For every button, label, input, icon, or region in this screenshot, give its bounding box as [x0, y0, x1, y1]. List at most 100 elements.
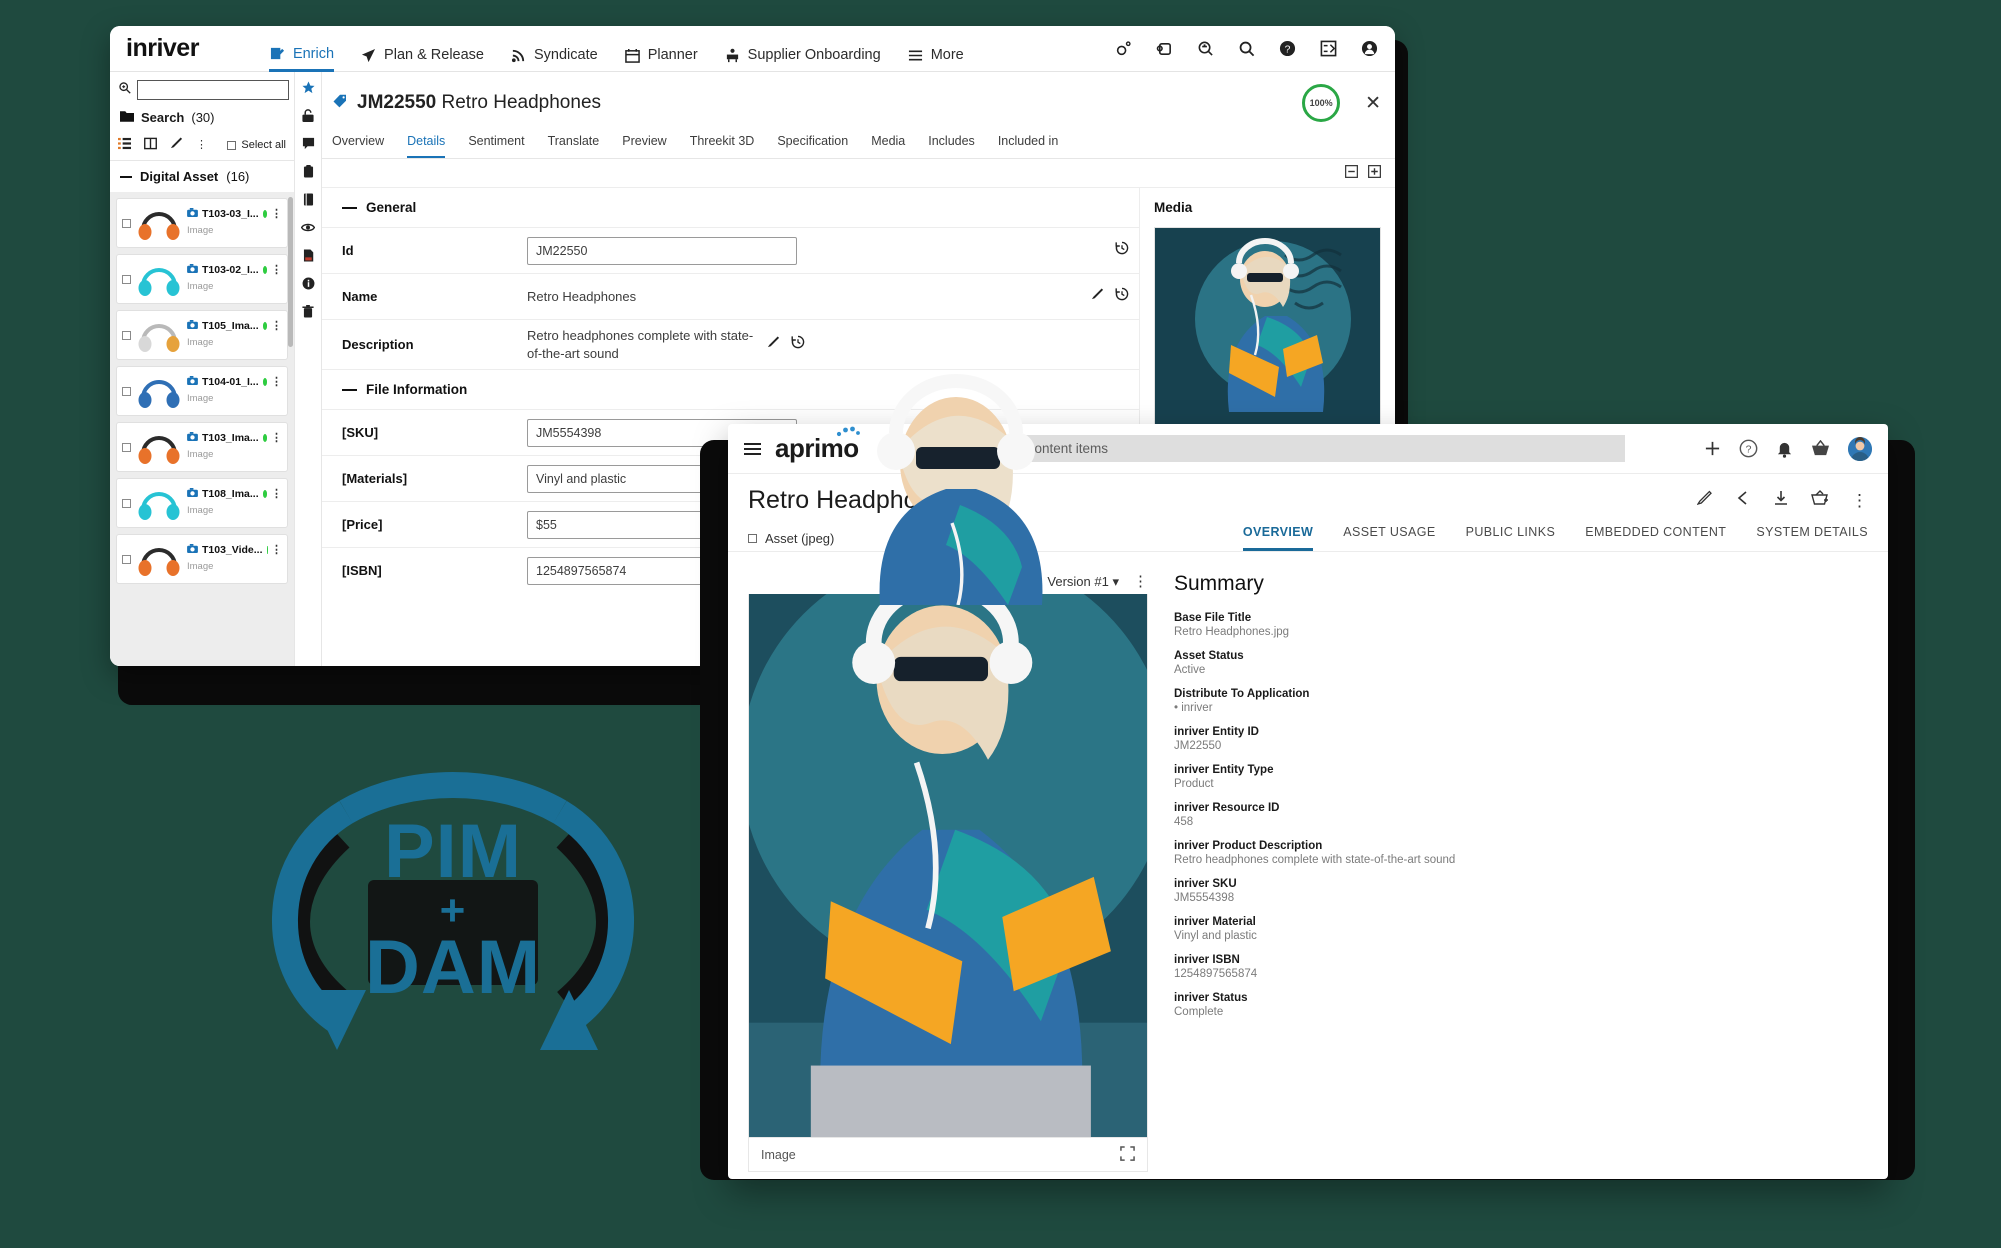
nav-planner[interactable]: Planner [624, 26, 698, 72]
list-item[interactable]: T103_Ima... ⋮ Image [116, 422, 288, 472]
tab-embedded-content[interactable]: EMBEDDED CONTENT [1585, 525, 1726, 551]
tab-public-links[interactable]: PUBLIC LINKS [1466, 525, 1556, 551]
hamburger-menu-icon[interactable] [744, 442, 761, 455]
row-checkbox[interactable] [122, 498, 131, 508]
add-icon[interactable] [1704, 440, 1721, 457]
id-input[interactable] [527, 236, 797, 265]
eye-icon[interactable] [301, 220, 315, 234]
list-item[interactable]: T103-02_I... ⋮ Image [116, 254, 288, 304]
asset-list-scrollbar[interactable] [288, 197, 293, 347]
asset-preview-image[interactable] [748, 594, 1148, 1138]
nav-syndicate[interactable]: Syndicate [510, 26, 598, 72]
edit-pen-icon[interactable] [767, 336, 780, 354]
history-icon[interactable] [1115, 241, 1129, 260]
history-icon[interactable] [1115, 287, 1129, 306]
version-selector[interactable]: Version #1 ▾ [1047, 574, 1119, 590]
tab-threekit-3d[interactable]: Threekit 3D [690, 130, 755, 158]
trash-icon[interactable] [301, 304, 315, 318]
edit-pen-icon[interactable] [1091, 288, 1104, 306]
saved-search-row[interactable]: Search (30) [110, 106, 294, 133]
row-overflow-menu-icon[interactable]: ⋮ [271, 433, 282, 444]
select-all-checkbox[interactable] [227, 140, 237, 150]
row-checkbox[interactable] [122, 330, 131, 340]
search-input[interactable]: Search for content items [924, 435, 1625, 462]
row-checkbox[interactable] [122, 554, 131, 564]
row-overflow-menu-icon[interactable]: ⋮ [271, 321, 282, 332]
tab-system-details[interactable]: SYSTEM DETAILS [1756, 525, 1868, 551]
tab-details[interactable]: Details [407, 130, 446, 158]
help-icon[interactable]: ? [1739, 439, 1758, 458]
nav-plan-release[interactable]: Plan & Release [360, 26, 484, 72]
search-input[interactable] [137, 80, 289, 100]
search-icon[interactable] [1237, 39, 1256, 58]
notifications-bell-icon[interactable] [1776, 440, 1793, 458]
collapse-group-icon[interactable] [120, 175, 132, 178]
download-icon[interactable] [1773, 490, 1789, 511]
tab-preview[interactable]: Preview [622, 130, 666, 158]
chevron-down-icon[interactable]: ▾ [1112, 574, 1119, 589]
close-icon[interactable]: ✕ [1365, 94, 1381, 113]
history-icon[interactable] [791, 335, 805, 354]
overflow-menu-icon[interactable]: ⋮ [1851, 492, 1868, 509]
row-overflow-menu-icon[interactable]: ⋮ [271, 545, 282, 556]
tab-included-in[interactable]: Included in [998, 130, 1058, 158]
overflow-menu-icon[interactable]: ⋮ [1133, 574, 1148, 589]
lock-icon[interactable] [301, 108, 315, 122]
edit-pen-icon[interactable] [170, 137, 183, 153]
row-overflow-menu-icon[interactable]: ⋮ [271, 489, 282, 500]
help-icon[interactable]: ? [1278, 39, 1297, 58]
select-all-control[interactable]: Select all [227, 139, 286, 151]
column-view-icon[interactable] [144, 137, 157, 153]
expand-all-icon[interactable] [1368, 165, 1381, 181]
tab-translate[interactable]: Translate [548, 130, 600, 158]
row-checkbox[interactable] [122, 218, 131, 228]
asset-checkbox-icon[interactable] [748, 533, 757, 543]
overflow-menu-icon[interactable]: ⋮ [196, 140, 207, 151]
list-item[interactable]: T104-01_I... ⋮ Image [116, 366, 288, 416]
tab-overview[interactable]: Overview [332, 130, 384, 158]
tab-media[interactable]: Media [871, 130, 905, 158]
list-item[interactable]: T103-03_I... ⋮ Image [116, 198, 288, 248]
row-overflow-menu-icon[interactable]: ⋮ [271, 377, 282, 388]
zoom-search-icon[interactable] [1196, 39, 1215, 58]
asset-list[interactable]: T103-03_I... ⋮ Image T103-02_I... ⋮ Imag… [110, 193, 294, 666]
fullscreen-icon[interactable] [1120, 1145, 1135, 1164]
comment-icon[interactable] [301, 136, 315, 150]
list-view-icon[interactable] [118, 137, 131, 153]
nav-supplier-onboarding[interactable]: Supplier Onboarding [724, 26, 881, 72]
tab-overview[interactable]: OVERVIEW [1242, 525, 1314, 551]
share-icon[interactable] [1735, 490, 1751, 511]
tab-sentiment[interactable]: Sentiment [468, 130, 524, 158]
section-file-information[interactable]: File Information [322, 369, 1139, 409]
settings-gear-icon[interactable] [1114, 39, 1133, 58]
pdf-icon[interactable] [301, 248, 315, 262]
nav-more[interactable]: More [907, 26, 964, 72]
row-checkbox[interactable] [122, 386, 131, 396]
tasks-icon[interactable] [1319, 39, 1338, 58]
favorite-star-icon[interactable] [301, 80, 315, 94]
book-icon[interactable] [301, 192, 315, 206]
edit-pen-icon[interactable] [1696, 490, 1713, 511]
collapse-section-icon[interactable] [342, 206, 357, 209]
media-thumbnail[interactable] [1154, 227, 1381, 437]
clipboard-icon[interactable] [301, 164, 315, 178]
row-overflow-menu-icon[interactable]: ⋮ [271, 265, 282, 276]
user-account-icon[interactable] [1360, 39, 1379, 58]
nav-enrich[interactable]: Enrich [268, 26, 335, 72]
tab-specification[interactable]: Specification [777, 130, 848, 158]
basket-icon[interactable] [1811, 440, 1830, 457]
avatar[interactable] [1848, 436, 1872, 461]
workarea-icon[interactable] [1155, 39, 1174, 58]
tab-asset-usage[interactable]: ASSET USAGE [1343, 525, 1435, 551]
tab-includes[interactable]: Includes [928, 130, 975, 158]
section-general[interactable]: General [322, 188, 1139, 227]
list-item[interactable]: T105_Ima... ⋮ Image [116, 310, 288, 360]
add-to-basket-icon[interactable] [1811, 490, 1829, 511]
collapse-section-icon[interactable] [342, 388, 357, 391]
row-checkbox[interactable] [122, 274, 131, 284]
row-checkbox[interactable] [122, 442, 131, 452]
asset-group-header[interactable]: Digital Asset (16) [110, 161, 294, 193]
info-icon[interactable] [301, 276, 315, 290]
list-item[interactable]: T103_Vide... ⋮ Image [116, 534, 288, 584]
list-item[interactable]: T108_Ima... ⋮ Image [116, 478, 288, 528]
